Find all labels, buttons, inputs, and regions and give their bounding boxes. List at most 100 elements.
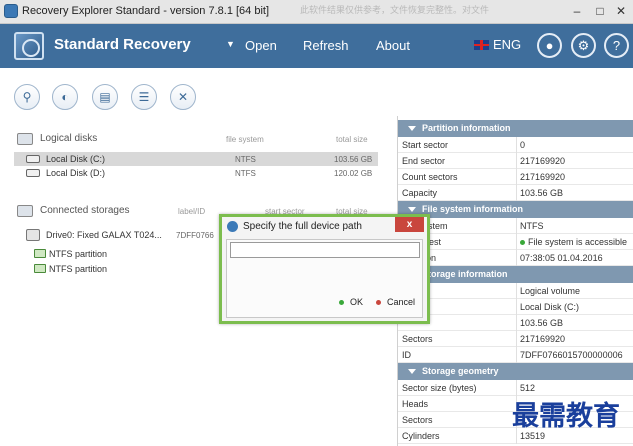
partition-name: NTFS partition (49, 264, 108, 274)
open-image-icon[interactable]: ▤ (92, 84, 118, 110)
property-label: Cylinders (402, 431, 440, 441)
logical-disk-row[interactable]: Local Disk (C:) NTFS 103.56 GB (14, 152, 378, 166)
title-bar: Recovery Explorer Standard - version 7.8… (0, 0, 633, 24)
app-header: Standard Recovery ▼ Open Refresh About E… (0, 24, 633, 68)
menu-open[interactable]: Open (245, 38, 277, 53)
gear-icon[interactable]: ⚙ (571, 33, 596, 58)
property-value: 07:38:05 01.04.2016 (520, 253, 603, 263)
property-label: End sector (402, 156, 446, 166)
property-row: End sector 217169920 (398, 153, 633, 169)
disk-name: Local Disk (D:) (46, 168, 106, 178)
property-value: File system is accessible (520, 237, 627, 247)
close-window-button[interactable]: ✕ (613, 3, 629, 19)
ok-label: OK (350, 297, 364, 307)
property-label: Heads (402, 399, 429, 409)
property-row: Basic testFile system is accessible (398, 234, 633, 250)
cancel-button[interactable]: Cancel (376, 297, 415, 307)
col-file-system: file system (226, 135, 264, 144)
status-ok-icon (520, 240, 525, 246)
cancel-label: Cancel (387, 297, 416, 307)
disk-fs: NTFS (235, 155, 256, 164)
dialog-title: Specify the full device path (243, 221, 362, 232)
disk-name: Local Disk (C:) (46, 154, 106, 164)
close-icon[interactable]: ✕ (170, 84, 196, 110)
ok-button[interactable]: OK (339, 297, 363, 307)
col-total-size: total size (336, 135, 368, 144)
disk-size: 120.02 GB (334, 169, 373, 178)
property-value: 217169920 (520, 334, 566, 344)
property-row: Logical volume (398, 283, 633, 299)
property-label: Start sector (402, 140, 449, 150)
device-path-input[interactable] (230, 242, 420, 258)
menu-about[interactable]: About (376, 38, 410, 53)
maximize-button[interactable]: □ (592, 3, 608, 19)
drive-id: 7DFF0766 (176, 231, 214, 240)
property-row: ID 7DFF0766015700000006 (398, 347, 633, 363)
uk-flag-icon (474, 40, 489, 50)
partition-name: NTFS partition (49, 249, 108, 259)
property-value: 103.56 GB (520, 318, 564, 328)
chevron-down-icon[interactable]: ▼ (226, 39, 235, 49)
property-value: NTFS (520, 221, 544, 231)
property-value: 512 (520, 383, 536, 393)
col-label-id: label/ID (178, 207, 206, 216)
property-label: Sectors (402, 334, 433, 344)
property-value: 0 (520, 140, 526, 150)
property-row: Capacity 103.56 GB (398, 185, 633, 201)
app-icon (4, 4, 18, 18)
hdd-icon (26, 229, 40, 241)
logical-disk-row[interactable]: Local Disk (D:) NTFS 120.02 GB (14, 166, 378, 180)
property-value: 7DFF0766015700000006 (520, 350, 623, 360)
property-value: Logical volume (520, 286, 581, 296)
dialog-app-icon (227, 221, 238, 232)
dialog-close-button[interactable]: x (395, 217, 424, 232)
window-title: Recovery Explorer Standard - version 7.8… (22, 5, 270, 17)
partition-icon (34, 249, 46, 258)
property-row: Sectors 217169920 (398, 331, 633, 347)
device-path-dialog: Specify the full device path x OK Cancel (219, 214, 430, 324)
storage-info-header[interactable]: Storage information (398, 266, 633, 283)
storage-drive-row[interactable]: Drive0: Fixed GALAX T024... 7DFF0766 (14, 228, 234, 242)
language-selector[interactable]: ENG (493, 37, 521, 52)
drive-name: Drive0: Fixed GALAX T024... (46, 230, 162, 240)
list-icon[interactable]: ☰ (131, 84, 157, 110)
disk-fs: NTFS (235, 169, 256, 178)
disk-size: 103.56 GB (334, 155, 373, 164)
partition-row[interactable]: NTFS partition (14, 247, 214, 261)
storages-icon (17, 205, 33, 217)
property-row: Count sectors 217169920 (398, 169, 633, 185)
connected-storages-title: Connected storages (40, 205, 130, 216)
background-watermark-text: 此软件结果仅供参考，文件恢复完整性。对文件 (300, 5, 490, 15)
partition-info-header[interactable]: Partition information (398, 120, 633, 137)
property-row: Start sector 0 (398, 137, 633, 153)
minimize-button[interactable]: – (569, 3, 585, 19)
geometry-header[interactable]: Storage geometry (398, 363, 633, 380)
corner-watermark: 最需教育 (512, 401, 620, 432)
partition-icon (34, 264, 46, 273)
scan-icon[interactable]: ◐ (52, 84, 78, 110)
partition-row[interactable]: NTFS partition (14, 262, 214, 276)
fs-info-header[interactable]: File system information (398, 201, 633, 218)
ok-icon (339, 300, 344, 306)
app-logo-icon (14, 32, 44, 60)
property-label: Sector size (bytes) (402, 383, 477, 393)
property-row: Local Disk (C:) (398, 299, 633, 315)
property-label: Capacity (402, 188, 438, 198)
property-value: 103.56 GB (520, 188, 564, 198)
dialog-title-bar[interactable]: Specify the full device path x (222, 217, 427, 236)
property-value: Local Disk (C:) (520, 302, 580, 312)
brand-title: Standard Recovery (54, 36, 191, 53)
basic-test-status: File system is accessible (528, 237, 628, 247)
property-label: Sectors (402, 415, 433, 425)
property-label: Count sectors (402, 172, 458, 182)
drive-icon (26, 155, 40, 163)
user-icon[interactable]: ● (537, 33, 562, 58)
property-label: ID (402, 350, 411, 360)
property-value: 217169920 (520, 156, 566, 166)
help-icon[interactable]: ? (604, 33, 629, 58)
property-row: Creation07:38:05 01.04.2016 (398, 250, 633, 266)
search-icon[interactable]: ⚲ (14, 84, 40, 110)
property-row: 103.56 GB (398, 315, 633, 331)
logical-disks-icon (17, 133, 33, 145)
menu-refresh[interactable]: Refresh (303, 38, 349, 53)
